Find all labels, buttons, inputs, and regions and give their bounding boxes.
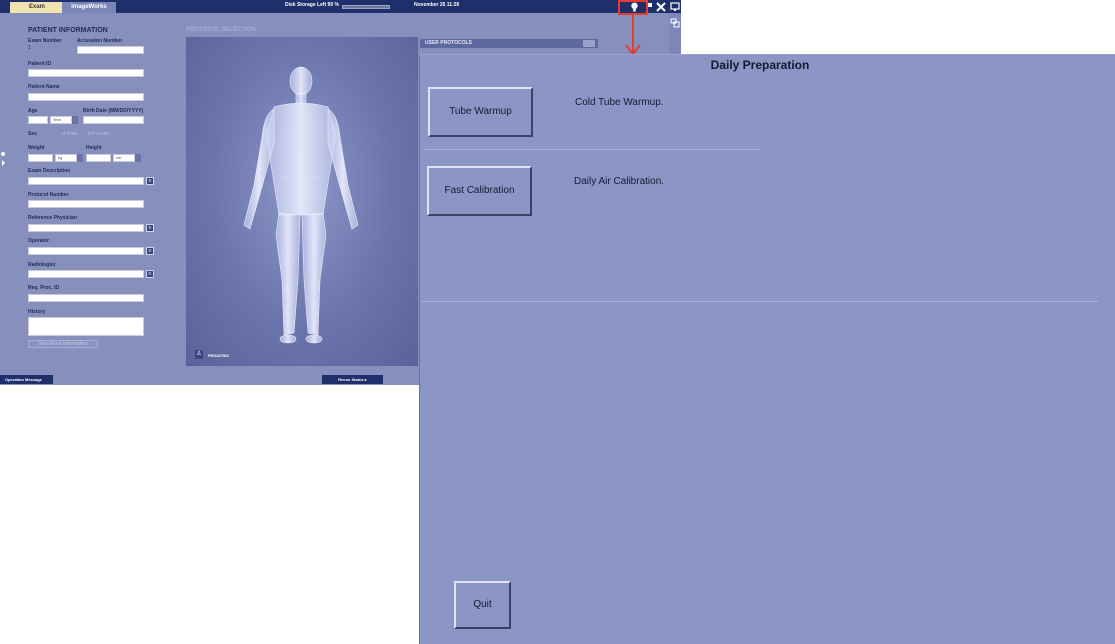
age-label: Age (28, 108, 38, 114)
birth-date-field[interactable] (83, 116, 144, 124)
recon-status-button[interactable]: Recon Status ▸ (322, 375, 383, 384)
patient-id-field[interactable] (28, 69, 144, 77)
weight-field[interactable] (28, 154, 53, 162)
user-protocols-toggle-button[interactable] (583, 40, 595, 47)
accession-number-field[interactable] (77, 46, 144, 54)
height-unit-select[interactable]: cm (113, 154, 135, 162)
fast-calibration-button[interactable]: Fast Calibration (427, 166, 532, 216)
tab-exam[interactable]: Exam (10, 2, 64, 13)
history-label: History (28, 309, 46, 315)
pediatric-label: PEDIATRIC (208, 353, 230, 358)
highlight-box (618, 0, 648, 15)
exam-description-lookup-button[interactable]: ≡ (146, 177, 154, 185)
play-icon: ▸ (364, 377, 367, 382)
age-unit-dropdown[interactable] (72, 116, 78, 124)
red-arrow-annotation (625, 15, 641, 56)
radiologist-field[interactable] (28, 270, 144, 278)
quit-button[interactable]: Quit (454, 581, 511, 629)
req-proc-id-label: Req. Proc. ID (28, 285, 60, 291)
patient-id-label: Patient ID (28, 61, 52, 67)
sex-label: Sex (28, 131, 37, 137)
weight-unit-dropdown[interactable] (77, 154, 83, 162)
patient-name-field[interactable] (28, 93, 144, 101)
tube-warmup-button[interactable]: Tube Warmup (428, 87, 533, 137)
daily-preparation-title: Daily Preparation (710, 58, 810, 72)
reference-physician-field[interactable] (28, 224, 144, 232)
height-unit-dropdown[interactable] (135, 154, 141, 162)
sex-male-label: Male (66, 131, 78, 137)
windows-icon[interactable] (670, 15, 680, 28)
datetime-label: November 26 11:26 (414, 2, 460, 8)
pediatric-icon[interactable]: ♙ (195, 350, 203, 359)
protocol-selection-title: PROTOCOL SELECTION (186, 27, 256, 33)
age-unit-select[interactable]: Year (50, 116, 72, 124)
history-field[interactable] (28, 317, 144, 336)
protocol-number-label: Protocol Number (28, 192, 69, 198)
operator-lookup-button[interactable]: ≡ (146, 247, 154, 255)
protocol-number-field[interactable] (28, 200, 144, 208)
tools-icon[interactable] (656, 2, 666, 12)
operation-message-button[interactable]: Operation Message (0, 375, 53, 384)
birth-date-label: Birth Date (MM/DD/YYYY) (83, 108, 144, 114)
weight-unit-select[interactable]: kg (55, 154, 77, 162)
user-protocols-label: USER PROTOCOLS (425, 40, 472, 46)
patient-info-title: PATIENT INFORMATION (28, 27, 108, 34)
divider (422, 301, 1098, 302)
tab-imageworks[interactable]: ImageWorks (62, 2, 116, 13)
height-label: Height (86, 145, 102, 151)
operator-label: Operator (28, 238, 50, 244)
operator-field[interactable] (28, 247, 144, 255)
fast-calibration-description: Daily Air Calibration. (574, 176, 665, 187)
accession-number-label: Accession Number (77, 38, 123, 44)
divider (424, 149, 760, 150)
protocol-selection-panel[interactable]: ♙ PEDIATRIC (186, 37, 418, 366)
monitor-icon[interactable] (670, 2, 680, 12)
exam-number-value: 1 (28, 45, 31, 51)
patient-name-label: Patient Name (28, 84, 60, 90)
exam-description-field[interactable] (28, 177, 144, 185)
left-expand-handle[interactable] (0, 150, 6, 168)
user-protocols-bar: USER PROTOCOLS (420, 39, 598, 48)
exam-number-label: Exam Number (28, 38, 62, 44)
recon-status-label: Recon Status (338, 377, 364, 382)
weight-label: Weight (28, 145, 45, 151)
exam-description-label: Exam Description (28, 168, 71, 174)
top-bar: Exam ImageWorks Disk Storage Left 99 % N… (0, 0, 681, 13)
radiologist-label: Radiologist (28, 262, 56, 268)
reference-physician-label: Reference Physician (28, 215, 77, 221)
view-more-info-button[interactable]: View More Information (28, 340, 98, 348)
radiologist-lookup-button[interactable]: ≡ (146, 270, 154, 278)
req-proc-id-field[interactable] (28, 294, 144, 302)
human-body-figure[interactable] (226, 65, 376, 350)
height-field[interactable] (86, 154, 111, 162)
reference-physician-lookup-button[interactable]: ≡ (146, 224, 154, 232)
disk-storage-bar (342, 5, 390, 9)
sex-female-label: Female (92, 131, 110, 137)
disk-storage-label: Disk Storage Left 99 % (285, 2, 339, 8)
sex-male-radio[interactable]: ◘ Male (62, 131, 77, 137)
age-field[interactable] (28, 116, 48, 124)
daily-preparation-window: Daily Preparation Tube Warmup Cold Tube … (419, 54, 1115, 644)
sex-female-radio[interactable]: ◘ Female (88, 131, 109, 137)
tube-warmup-description: Cold Tube Warmup. (575, 97, 664, 108)
